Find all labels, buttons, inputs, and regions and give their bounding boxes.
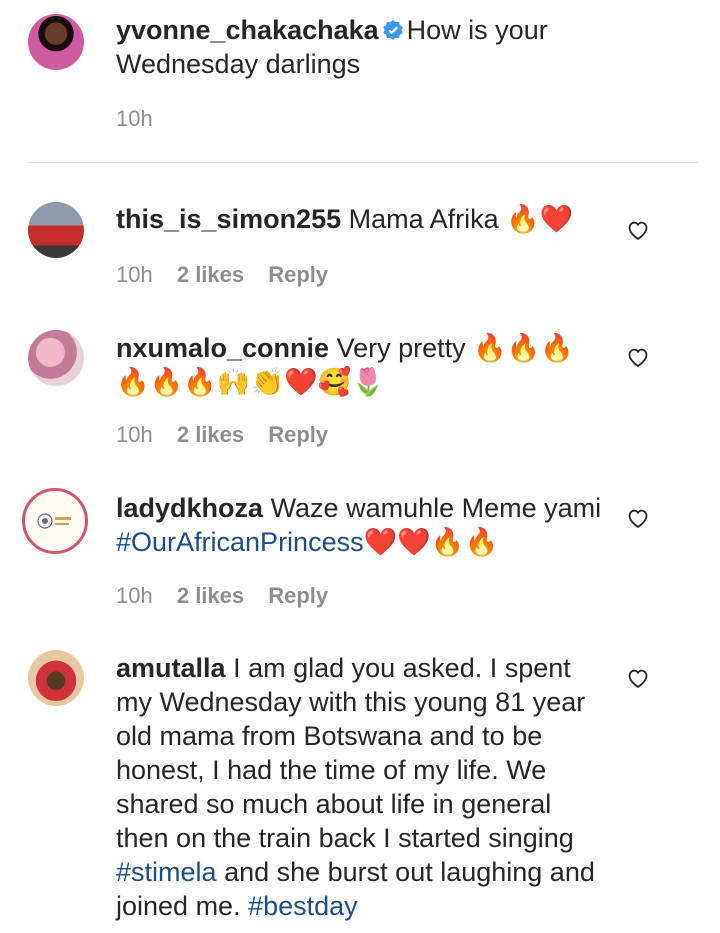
- comment-body: Waze wamuhle Meme yami: [270, 493, 602, 523]
- comment-username[interactable]: ladydkhoza: [116, 493, 263, 523]
- caption-username[interactable]: yvonne_chakachaka: [116, 15, 379, 45]
- verified-icon: [382, 19, 403, 40]
- comment-meta: 10h 2 likes Reply: [116, 583, 346, 609]
- avatar[interactable]: [28, 650, 84, 706]
- comment-text: ladydkhoza Waze wamuhle Meme yami #OurAf…: [116, 491, 606, 559]
- heart-outline-icon[interactable]: [626, 666, 650, 690]
- likes-count[interactable]: 2 likes: [177, 583, 244, 608]
- comment-time: 10h: [116, 262, 153, 287]
- avatar[interactable]: [22, 488, 88, 554]
- heart-outline-icon[interactable]: [626, 218, 650, 242]
- divider: [28, 162, 698, 163]
- comment-username[interactable]: nxumalo_connie: [116, 333, 329, 363]
- avatar[interactable]: [28, 202, 84, 258]
- comment-time: 10h: [116, 583, 153, 608]
- comment-meta: 10h 2 likes Reply: [116, 422, 346, 448]
- heart-outline-icon[interactable]: [626, 506, 650, 530]
- caption-meta: 10h: [116, 106, 171, 132]
- comment-username[interactable]: amutalla: [116, 653, 226, 683]
- likes-count[interactable]: 2 likes: [177, 422, 244, 447]
- likes-count[interactable]: 2 likes: [177, 262, 244, 287]
- hashtag-link[interactable]: #stimela: [116, 857, 217, 887]
- comment-emoji: ❤️❤️🔥🔥: [363, 527, 499, 557]
- hashtag-link[interactable]: #bestday: [248, 891, 358, 921]
- logo-icon: [37, 513, 71, 529]
- reply-button[interactable]: Reply: [268, 262, 328, 287]
- avatar[interactable]: [28, 330, 84, 386]
- caption-text: yvonne_chakachaka How is your Wednesday d…: [116, 13, 656, 81]
- heart-outline-icon[interactable]: [626, 345, 650, 369]
- avatar[interactable]: [28, 14, 84, 70]
- reply-button[interactable]: Reply: [268, 422, 328, 447]
- comment-username[interactable]: this_is_simon255: [116, 204, 341, 234]
- comment-time: 10h: [116, 422, 153, 447]
- comment-body: Mama Afrika 🔥❤️: [348, 204, 574, 234]
- comment-text: nxumalo_connie Very pretty 🔥🔥🔥🔥🔥🔥🙌👏❤️🥰🌷: [116, 331, 586, 399]
- comment-body: I am glad you asked. I spent my Wednesda…: [116, 653, 586, 853]
- caption-time: 10h: [116, 106, 153, 131]
- reply-button[interactable]: Reply: [268, 583, 328, 608]
- comment-meta: 10h 2 likes Reply: [116, 262, 346, 288]
- comment-text: amutalla I am glad you asked. I spent my…: [116, 651, 606, 923]
- comment-text: this_is_simon255 Mama Afrika 🔥❤️: [116, 202, 616, 236]
- hashtag-link[interactable]: #OurAfricanPrincess: [116, 527, 364, 557]
